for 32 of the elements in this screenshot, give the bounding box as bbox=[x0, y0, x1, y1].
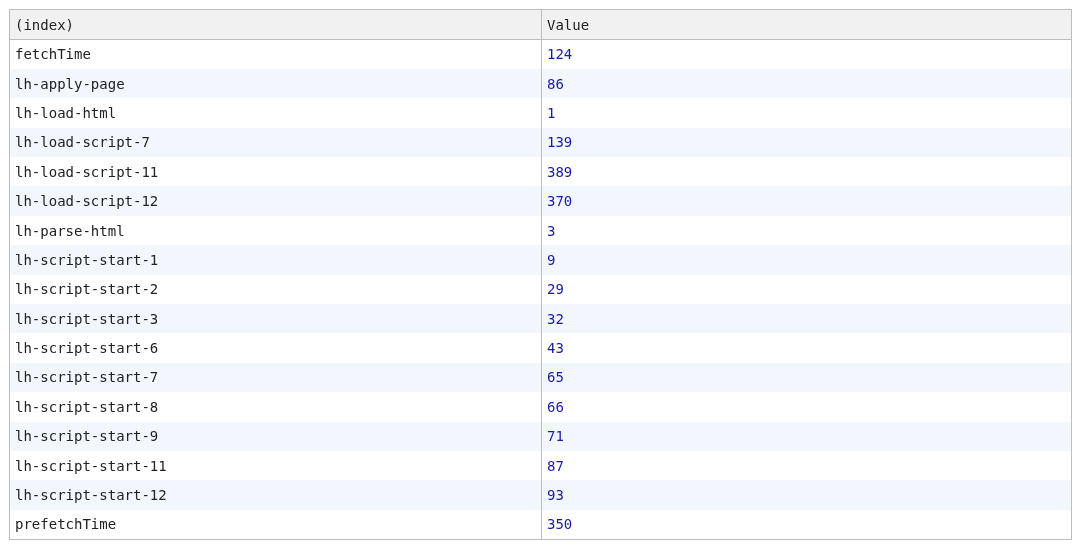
index-cell: lh-load-script-7 bbox=[9, 127, 542, 158]
value-cell: 9 bbox=[541, 245, 1072, 275]
value-cell: 43 bbox=[541, 333, 1072, 363]
index-cell: fetchTime bbox=[9, 39, 542, 69]
value-cell: 65 bbox=[541, 362, 1072, 393]
index-cell: lh-apply-page bbox=[9, 68, 542, 99]
value-cell: 3 bbox=[541, 215, 1072, 246]
value-cell: 87 bbox=[541, 450, 1072, 481]
index-cell: lh-script-start-3 bbox=[9, 304, 542, 334]
index-cell: lh-script-start-8 bbox=[9, 392, 542, 422]
value-cell: 86 bbox=[541, 68, 1072, 99]
index-cell: lh-script-start-9 bbox=[9, 421, 542, 451]
value-cell: 29 bbox=[541, 274, 1072, 304]
index-cell: lh-script-start-12 bbox=[9, 480, 542, 510]
value-cell: 139 bbox=[541, 127, 1072, 158]
index-cell: lh-script-start-6 bbox=[9, 333, 542, 363]
value-cell: 370 bbox=[541, 186, 1072, 216]
index-cell: lh-script-start-1 bbox=[9, 245, 542, 275]
value-cell: 71 bbox=[541, 421, 1072, 451]
value-cell: 66 bbox=[541, 392, 1072, 422]
value-cell: 389 bbox=[541, 157, 1072, 187]
value-cell: 1 bbox=[541, 98, 1072, 128]
column-header[interactable]: Value bbox=[541, 9, 1072, 40]
column-header[interactable]: (index) bbox=[9, 9, 542, 40]
value-cell: 124 bbox=[541, 39, 1072, 69]
value-cell: 32 bbox=[541, 304, 1072, 334]
value-cell: 93 bbox=[541, 480, 1072, 510]
value-cell: 350 bbox=[541, 509, 1072, 540]
index-cell: lh-load-html bbox=[9, 98, 542, 128]
index-cell: lh-load-script-12 bbox=[9, 186, 542, 216]
index-cell: lh-script-start-7 bbox=[9, 362, 542, 393]
index-cell: prefetchTime bbox=[9, 509, 542, 540]
